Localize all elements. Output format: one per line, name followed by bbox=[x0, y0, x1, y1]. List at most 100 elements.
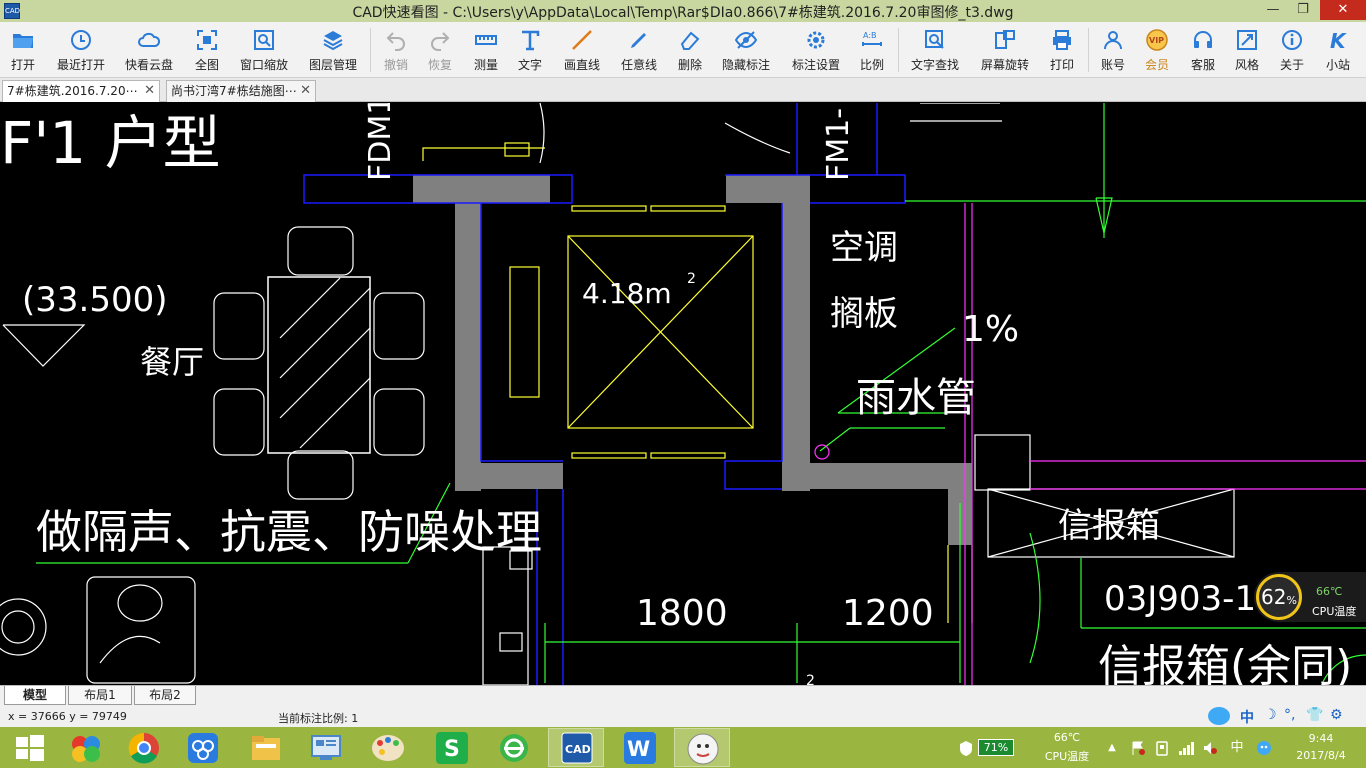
scale-button[interactable]: A:B 比例 bbox=[852, 22, 892, 78]
taskbar-ie-app[interactable] bbox=[486, 728, 542, 767]
taskbar-wps-spreadsheet-app[interactable]: S bbox=[424, 728, 480, 767]
ime-settings-icon[interactable]: ⚙ bbox=[1330, 707, 1343, 723]
svg-text:VIP: VIP bbox=[1149, 36, 1164, 45]
tray-flag-icon[interactable] bbox=[1128, 727, 1148, 768]
svg-text:CAD: CAD bbox=[565, 743, 591, 756]
zoom-window-button[interactable]: 窗口缩放 bbox=[234, 22, 294, 78]
cpu-percent-unit: % bbox=[1286, 594, 1297, 607]
taskbar-file-explorer-app[interactable] bbox=[238, 728, 294, 767]
ac-label: 空调 bbox=[830, 228, 898, 268]
toolbar: 打开 最近打开 快看云盘 全图 窗口缩放 图层管理 撤销 恢复 测量 文字 画直… bbox=[0, 22, 1366, 78]
tray-ime-indicator[interactable]: 中 bbox=[1226, 727, 1248, 768]
recent-button[interactable]: 最近打开 bbox=[50, 22, 112, 78]
site-button[interactable]: K 小站 bbox=[1318, 22, 1358, 78]
undo-button[interactable]: 撤销 bbox=[376, 22, 416, 78]
cloud-button[interactable]: 快看云盘 bbox=[118, 22, 180, 78]
svg-text:A:B: A:B bbox=[863, 31, 877, 40]
minimize-button[interactable]: — bbox=[1260, 0, 1286, 20]
cpu-temp-value: 66℃ bbox=[1316, 585, 1343, 598]
tray-clock[interactable]: 9:44 2017/8/4 bbox=[1286, 727, 1356, 768]
toolbar-label: 屏幕旋转 bbox=[980, 58, 1029, 72]
cad-icon: CAD bbox=[561, 732, 593, 764]
layers-button[interactable]: 图层管理 bbox=[302, 22, 364, 78]
fdm1-door-label: FDM1 bbox=[363, 103, 398, 181]
folder-open-icon bbox=[13, 34, 33, 48]
ime-punctuation-icon[interactable]: °, bbox=[1284, 707, 1295, 723]
ime-moon-icon[interactable]: ☽ bbox=[1264, 707, 1277, 723]
print-button[interactable]: 打印 bbox=[1042, 22, 1082, 78]
cpu-percent-value: 62 bbox=[1261, 585, 1287, 609]
text-button[interactable]: 文字 bbox=[510, 22, 550, 78]
annotation-settings-icon bbox=[807, 31, 825, 49]
freehand-icon bbox=[631, 33, 646, 48]
vip-button[interactable]: VIP 会员 bbox=[1138, 22, 1176, 78]
taskbar-control-panel-app[interactable] bbox=[298, 728, 354, 767]
taskbar-cad-app[interactable]: CAD bbox=[548, 728, 604, 767]
control-panel-icon bbox=[311, 735, 341, 760]
fit-all-button[interactable]: 全图 bbox=[186, 22, 228, 78]
about-button[interactable]: 关于 bbox=[1272, 22, 1312, 78]
redo-button[interactable]: 恢复 bbox=[420, 22, 460, 78]
tray-ime-mascot-icon[interactable] bbox=[1254, 727, 1274, 768]
start-button[interactable] bbox=[2, 728, 58, 767]
ime-chinese-icon[interactable]: 中 bbox=[1240, 707, 1254, 727]
layout-tab-model[interactable]: 模型 bbox=[4, 686, 66, 705]
document-tab[interactable]: 尚书汀湾7#栋结施图⋯ ✕ bbox=[166, 80, 316, 102]
taskbar-chrome-app[interactable] bbox=[116, 728, 172, 767]
taskbar-wps-writer-app[interactable]: W bbox=[612, 728, 668, 767]
site-icon: K bbox=[1330, 29, 1347, 52]
area-superscript: 2 bbox=[687, 271, 696, 287]
tray-signal-icon[interactable] bbox=[1176, 727, 1196, 768]
open-button[interactable]: 打开 bbox=[0, 22, 46, 78]
ime-mascot-icon[interactable] bbox=[1208, 707, 1230, 725]
eraser-icon bbox=[680, 31, 700, 50]
layout-tab-1[interactable]: 布局1 bbox=[68, 686, 132, 705]
rotate-screen-button[interactable]: 屏幕旋转 bbox=[974, 22, 1036, 78]
dining-room-label: 餐厅 bbox=[140, 343, 204, 381]
hide-annotations-button[interactable]: 隐藏标注 bbox=[716, 22, 776, 78]
ime-skin-icon[interactable]: 👕 bbox=[1306, 707, 1323, 723]
style-button[interactable]: 风格 bbox=[1228, 22, 1266, 78]
baidu-cloud-icon bbox=[188, 733, 218, 763]
tab-close-icon[interactable]: ✕ bbox=[300, 81, 311, 101]
wps-spreadsheet-icon: S bbox=[436, 732, 468, 764]
account-button[interactable]: 账号 bbox=[1094, 22, 1132, 78]
toolbar-label: 画直线 bbox=[563, 58, 600, 72]
taskbar-paint-app[interactable] bbox=[360, 728, 416, 767]
toolbar-label: 文字 bbox=[517, 58, 542, 72]
close-button[interactable]: ✕ bbox=[1320, 0, 1366, 20]
cpu-gauge-widget[interactable]: 62% 66℃ CPU温度 bbox=[1254, 572, 1366, 622]
tray-volume-muted-icon[interactable] bbox=[1200, 727, 1220, 768]
annotation-settings-button[interactable]: 标注设置 bbox=[786, 22, 846, 78]
cloud-icon bbox=[138, 32, 161, 47]
drawing-canvas[interactable]: F'1 户型 (33.500) 餐厅 4.18m 2 空调 搁板 1% 雨水管 … bbox=[0, 103, 1366, 685]
dimension-1800: 1800 bbox=[636, 593, 728, 634]
support-button[interactable]: 客服 bbox=[1184, 22, 1222, 78]
toolbar-label: 恢复 bbox=[427, 58, 452, 72]
text-search-button[interactable]: 文字查找 bbox=[904, 22, 966, 78]
layout-tab-2[interactable]: 布局2 bbox=[134, 686, 196, 705]
tab-close-icon[interactable]: ✕ bbox=[144, 81, 155, 101]
maximize-button[interactable]: ❐ bbox=[1288, 0, 1318, 20]
tray-cpu-temp[interactable]: 66℃ CPU温度 bbox=[1032, 727, 1102, 768]
measure-button[interactable]: 测量 bbox=[466, 22, 506, 78]
draw-line-button[interactable]: 画直线 bbox=[558, 22, 606, 78]
tray-expand-icon[interactable]: ▲ bbox=[1104, 727, 1120, 768]
taskbar-game-app[interactable] bbox=[58, 728, 114, 767]
toolbar-label: 图层管理 bbox=[308, 58, 357, 72]
printer-icon bbox=[1053, 30, 1071, 50]
user-icon bbox=[1104, 31, 1122, 50]
tray-device-icon[interactable] bbox=[1152, 727, 1172, 768]
freehand-button[interactable]: 任意线 bbox=[614, 22, 664, 78]
toolbar-label: 测量 bbox=[473, 58, 498, 72]
document-tab-active[interactable]: 7#栋建筑.2016.7.20⋯ ✕ bbox=[2, 80, 160, 102]
toolbar-label: 窗口缩放 bbox=[239, 58, 288, 72]
toolbar-label: 比例 bbox=[859, 58, 884, 72]
app-window: CAD CAD快速看图 - C:\Users\y\AppData\Local\T… bbox=[0, 0, 1366, 768]
taskbar-baidu-cloud-app[interactable] bbox=[176, 728, 232, 767]
taskbar-avatar-app[interactable] bbox=[674, 728, 730, 767]
delete-button[interactable]: 删除 bbox=[670, 22, 710, 78]
slope-label: 1% bbox=[962, 309, 1019, 350]
bottom-superscript: 2 bbox=[806, 673, 815, 685]
battery-indicator[interactable]: 71% bbox=[956, 727, 1018, 768]
